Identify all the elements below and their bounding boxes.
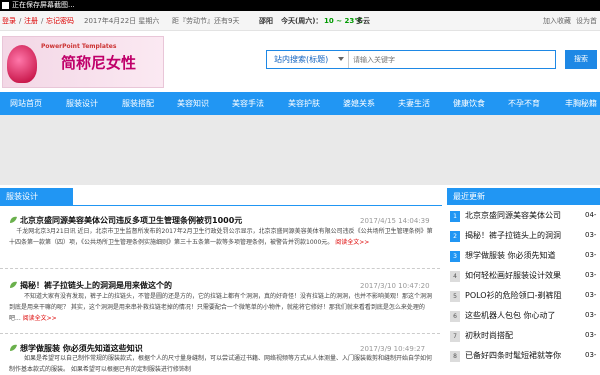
article-title[interactable]: 北京京盛同源美容美体公司违反多项卫生管理条例被罚1000元 bbox=[20, 215, 242, 226]
list-item-date: 03- bbox=[585, 271, 597, 279]
rank-badge: 4 bbox=[450, 271, 460, 282]
list-item-date: 03- bbox=[585, 331, 597, 339]
separator: / bbox=[19, 17, 22, 25]
leaf-icon bbox=[10, 281, 17, 288]
article-summary: 不知道大家有没有发现，裤子上的拉链头，不管是圆的还是方的，它的拉链上都有个洞洞，… bbox=[9, 291, 434, 324]
list-item[interactable]: 8 已备好四条时髦短裙就等你 03- bbox=[447, 347, 600, 367]
list-item-title[interactable]: 揭秘！裤子拉链头上的洞洞 bbox=[465, 230, 561, 241]
rank-badge: 8 bbox=[450, 351, 460, 362]
article-title[interactable]: 揭秘！裤子拉链头上的洞洞是用来做这个的 bbox=[20, 280, 172, 291]
section-divider bbox=[0, 205, 442, 206]
search-box: 站内搜索(标题) bbox=[266, 50, 556, 69]
article-date: 2017/3/9 10:49:27 bbox=[360, 345, 426, 353]
register-link[interactable]: 注册 bbox=[24, 11, 38, 31]
logo-site-name: 简称尼女性 bbox=[61, 54, 137, 72]
nav-item-beauty-knowledge[interactable]: 美容知识 bbox=[177, 92, 209, 115]
list-item-title[interactable]: POLO衫的危险领口-剃裤阻 bbox=[465, 290, 561, 301]
list-item[interactable]: 7 初秋时尚搭配 03- bbox=[447, 327, 600, 347]
nav-item-healthy-diet[interactable]: 健康饮食 bbox=[453, 92, 485, 115]
leaf-icon bbox=[10, 216, 17, 223]
article-summary: 如果是希望可以自己制作常规的服装款式，根据个人的尺寸量身缝制，可以尝试通过书籍、… bbox=[9, 353, 434, 375]
list-item-date: 03- bbox=[585, 231, 597, 239]
list-item-date: 03- bbox=[585, 351, 597, 359]
article-separator bbox=[0, 268, 440, 269]
current-date: 2017年4月22日 星期六 bbox=[84, 17, 160, 25]
system-status-bar: 正在保存屏幕截图... bbox=[0, 0, 600, 11]
list-item[interactable]: 5 POLO衫的危险领口-剃裤阻 03- bbox=[447, 287, 600, 307]
list-item-date: 03- bbox=[585, 291, 597, 299]
screenshot-icon bbox=[2, 2, 9, 9]
bookmark-link[interactable]: 加入收藏 bbox=[543, 11, 571, 31]
article-summary-text: 如果是希望可以自己制作常规的服装款式，根据个人的尺寸量身缝制，可以尝试通过书籍、… bbox=[9, 355, 433, 373]
section-title-recent-updates: 最近更新 bbox=[447, 188, 600, 205]
article-date: 2017/3/10 10:47:20 bbox=[360, 282, 430, 290]
rank-badge: 1 bbox=[450, 211, 460, 222]
search-input[interactable] bbox=[351, 51, 551, 68]
nav-item-breast-enhancement[interactable]: 丰胸秘籍 bbox=[565, 92, 597, 115]
chevron-down-icon bbox=[338, 57, 344, 61]
nav-item-fashion-design[interactable]: 服装设计 bbox=[66, 92, 98, 115]
status-text: 正在保存屏幕截图... bbox=[12, 1, 75, 9]
list-item-date: 03- bbox=[585, 311, 597, 319]
nav-item-inlaw-relations[interactable]: 婆媳关系 bbox=[343, 92, 375, 115]
site-header: PowerPoint Templates 简称尼女性 站内搜索(标题) bbox=[0, 32, 600, 92]
banner-area bbox=[0, 115, 600, 185]
list-item-title[interactable]: 已备好四条时髦短裙就等你 bbox=[465, 350, 561, 361]
rank-badge: 2 bbox=[450, 231, 460, 242]
section-title-fashion-design: 服装设计 bbox=[0, 188, 73, 205]
list-item[interactable]: 4 如何轻松画好服装设计效果 03- bbox=[447, 267, 600, 287]
rank-badge: 6 bbox=[450, 311, 460, 322]
top-utility-bar: 登录 / 注册 / 忘记密码 2017年4月22日 星期六 距『劳动节』还有9天… bbox=[0, 11, 600, 31]
nav-item-skincare[interactable]: 美容护肤 bbox=[288, 92, 320, 115]
list-item[interactable]: 3 想学做服装 你必须先知道 03- bbox=[447, 247, 600, 267]
list-item-title[interactable]: 北京京盛同源美容美体公司 bbox=[465, 210, 561, 221]
list-item[interactable]: 6 这些机器人包包 你心动了 03- bbox=[447, 307, 600, 327]
main-nav: 网站首页 服装设计 服装搭配 美容知识 美容手法 美容护肤 婆媳关系 夫妻生活 … bbox=[0, 92, 600, 115]
rank-badge: 7 bbox=[450, 331, 460, 342]
search-scope-label: 站内搜索(标题) bbox=[274, 55, 329, 64]
list-item[interactable]: 1 北京京盛同源美容美体公司 04- bbox=[447, 207, 600, 227]
list-item-title[interactable]: 想学做服装 你必须先知道 bbox=[465, 250, 556, 261]
article-summary-text: 不知道大家有没有发现，裤子上的拉链头，不管是圆的还是方的，它的拉链上都有个洞洞，… bbox=[9, 293, 433, 322]
weather-condition: 多云 bbox=[356, 17, 370, 25]
rank-badge: 3 bbox=[450, 251, 460, 262]
nav-item-home[interactable]: 网站首页 bbox=[10, 92, 42, 115]
nav-item-infertility[interactable]: 不孕不育 bbox=[508, 92, 540, 115]
nav-item-beauty-techniques[interactable]: 美容手法 bbox=[232, 92, 264, 115]
holiday-countdown: 距『劳动节』还有9天 bbox=[172, 17, 240, 25]
list-item-title[interactable]: 如何轻松画好服装设计效果 bbox=[465, 270, 561, 281]
list-item-title[interactable]: 初秋时尚搭配 bbox=[465, 330, 513, 341]
nav-item-fashion-matching[interactable]: 服装搭配 bbox=[122, 92, 154, 115]
set-homepage-link[interactable]: 设为首 bbox=[576, 11, 597, 31]
weather-day: 今天(周六)： bbox=[281, 17, 323, 25]
list-item-title[interactable]: 这些机器人包包 你心动了 bbox=[465, 310, 556, 321]
nav-item-married-life[interactable]: 夫妻生活 bbox=[398, 92, 430, 115]
list-item[interactable]: 2 揭秘！裤子拉链头上的洞洞 03- bbox=[447, 227, 600, 247]
login-link[interactable]: 登录 bbox=[2, 11, 16, 31]
article-date: 2017/4/15 14:04:39 bbox=[360, 217, 430, 225]
list-item-date: 04- bbox=[585, 211, 597, 219]
article-summary: 千龙网北京3月21日讯 近日，北京市卫生监督所发布的2017年2月卫生行政处罚公… bbox=[9, 226, 434, 248]
logo-flower-image bbox=[7, 45, 37, 83]
leaf-icon bbox=[10, 344, 17, 351]
forgot-password-link[interactable]: 忘记密码 bbox=[46, 11, 74, 31]
read-more-link[interactable]: 阅读全文>> bbox=[23, 315, 57, 322]
logo-subtext: PowerPoint Templates bbox=[41, 43, 117, 50]
rank-badge: 5 bbox=[450, 291, 460, 302]
site-logo[interactable]: PowerPoint Templates 简称尼女性 bbox=[2, 36, 164, 88]
weather-city: 邵阳 bbox=[259, 17, 273, 25]
list-item-date: 03- bbox=[585, 251, 597, 259]
separator: / bbox=[41, 17, 44, 25]
search-button[interactable]: 搜索 bbox=[565, 50, 597, 69]
read-more-link[interactable]: 阅读全文>> bbox=[335, 239, 369, 246]
search-scope-select[interactable]: 站内搜索(标题) bbox=[267, 51, 349, 68]
article-separator bbox=[0, 333, 440, 334]
